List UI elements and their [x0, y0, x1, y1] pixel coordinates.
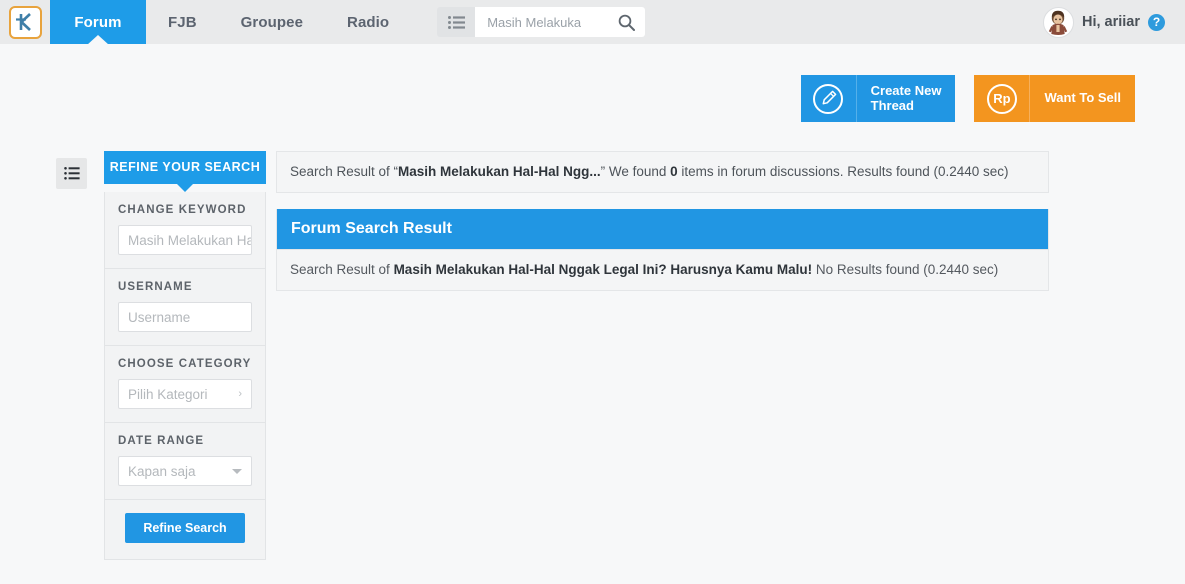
date-range-label: DATE RANGE — [118, 435, 205, 447]
top-navigation-bar: Forum FJB Groupee Radio Masih Melakuka H… — [0, 0, 1185, 45]
user-greeting: Hi, ariiar — [1081, 14, 1140, 30]
list-icon — [447, 15, 465, 29]
want-to-sell-icon-area: Rp — [974, 75, 1031, 122]
pencil-glyph — [822, 90, 836, 105]
pencil-icon — [813, 83, 844, 114]
nav-tab-forum[interactable]: Forum — [50, 0, 146, 45]
body-prefix: Search Result of — [290, 261, 394, 277]
nav-tab-fjb[interactable]: FJB — [146, 0, 219, 44]
create-thread-icon-area — [801, 75, 857, 122]
summary-query: Masih Melakukan Hal-Hal Ngg... — [398, 164, 601, 179]
body-suffix: No Results found (0.2440 sec) — [812, 261, 999, 277]
help-icon[interactable]: ? — [1148, 13, 1165, 31]
change-keyword-label: CHANGE KEYWORD — [118, 204, 247, 216]
username-input[interactable]: Username — [118, 302, 252, 332]
summary-prefix: Search Result of “ — [290, 164, 399, 179]
nav-tab-forum-label: Forum — [74, 13, 122, 31]
user-menu[interactable]: Hi, ariiar ? — [1042, 0, 1185, 44]
create-thread-line1: Create New — [870, 82, 942, 98]
kaskus-k-logo-icon — [16, 13, 31, 31]
main-content: REFINE YOUR SEARCH CHANGE KEYWORD Masih … — [0, 122, 1185, 560]
list-view-toggle-button[interactable] — [56, 158, 87, 189]
create-thread-line2: Thread — [870, 97, 914, 113]
body-query: Masih Melakukan Hal-Hal Nggak Legal Ini?… — [393, 261, 813, 277]
refine-search-sidebar: REFINE YOUR SEARCH CHANGE KEYWORD Masih … — [104, 151, 266, 560]
panel-body: Search Result of Masih Melakukan Hal-Hal… — [277, 248, 1048, 290]
refine-submit-area: Refine Search — [105, 500, 265, 559]
filter-panel: CHANGE KEYWORD Masih Melakukan Ha USERNA… — [104, 192, 266, 560]
chevron-right-icon: › — [238, 388, 242, 400]
search-category-icon[interactable] — [437, 7, 475, 37]
choose-category-value: Pilih Kategori — [128, 386, 208, 402]
filter-group-date-range: DATE RANGE Kapan saja — [105, 423, 265, 500]
search-result-summary: Search Result of “Masih Melakukan Hal-Ha… — [276, 151, 1049, 193]
user-avatar-icon — [1049, 10, 1068, 35]
refine-search-tab[interactable]: REFINE YOUR SEARCH — [104, 151, 266, 192]
search-input[interactable]: Masih Melakuka — [475, 7, 608, 37]
filter-group-username: USERNAME Username — [105, 269, 265, 346]
search-input-value: Masih Melakuka — [487, 14, 582, 30]
active-tab-notch — [87, 35, 109, 45]
want-to-sell-label: Want To Sell — [1044, 90, 1121, 106]
choose-category-select[interactable]: Pilih Kategori › — [118, 379, 252, 409]
refine-tab-notch — [177, 184, 193, 192]
nav-tab-groupee[interactable]: Groupee — [219, 0, 325, 44]
summary-count: 0 — [670, 164, 678, 179]
username-label: USERNAME — [118, 281, 193, 293]
nav-tab-radio-label: Radio — [347, 13, 390, 31]
change-keyword-placeholder: Masih Melakukan Ha — [128, 232, 252, 248]
username-placeholder: Username — [128, 309, 191, 325]
avatar — [1042, 6, 1074, 38]
search-results-column: Search Result of “Masih Melakukan Hal-Ha… — [276, 151, 1049, 291]
primary-nav-tabs: Forum FJB Groupee Radio — [50, 0, 411, 45]
panel-title: Forum Search Result — [277, 208, 1048, 249]
rupiah-icon: Rp — [986, 83, 1017, 114]
summary-suffix: items in forum discussions. Results foun… — [677, 164, 1009, 179]
filter-group-change-keyword: CHANGE KEYWORD Masih Melakukan Ha — [105, 192, 265, 269]
logo-box — [8, 5, 42, 39]
global-search: Masih Melakuka — [437, 7, 646, 37]
nav-tab-fjb-label: FJB — [168, 13, 197, 31]
chevron-down-icon — [232, 468, 242, 474]
site-logo[interactable] — [0, 0, 50, 44]
filter-group-choose-category: CHOOSE CATEGORY Pilih Kategori › — [105, 346, 265, 423]
search-submit-button[interactable] — [607, 7, 646, 37]
date-range-select[interactable]: Kapan saja — [118, 456, 252, 486]
page-action-buttons: Create New Thread Rp Want To Sell — [0, 44, 1185, 122]
refine-search-button[interactable]: Refine Search — [125, 513, 245, 543]
nav-tab-radio[interactable]: Radio — [325, 0, 411, 44]
refine-search-tab-label: REFINE YOUR SEARCH — [109, 160, 261, 174]
summary-middle: ” We found — [600, 164, 671, 179]
want-to-sell-button[interactable]: Rp Want To Sell — [974, 75, 1135, 122]
date-range-value: Kapan saja — [128, 463, 196, 479]
list-view-icon — [63, 167, 80, 180]
search-icon — [618, 14, 635, 31]
change-keyword-input[interactable]: Masih Melakukan Ha — [118, 225, 252, 255]
forum-search-result-panel: Forum Search Result Search Result of Mas… — [276, 208, 1049, 291]
create-new-thread-button[interactable]: Create New Thread — [800, 75, 956, 122]
choose-category-label: CHOOSE CATEGORY — [118, 358, 252, 370]
create-thread-label: Create New Thread — [857, 75, 956, 122]
nav-tab-groupee-label: Groupee — [240, 13, 304, 31]
